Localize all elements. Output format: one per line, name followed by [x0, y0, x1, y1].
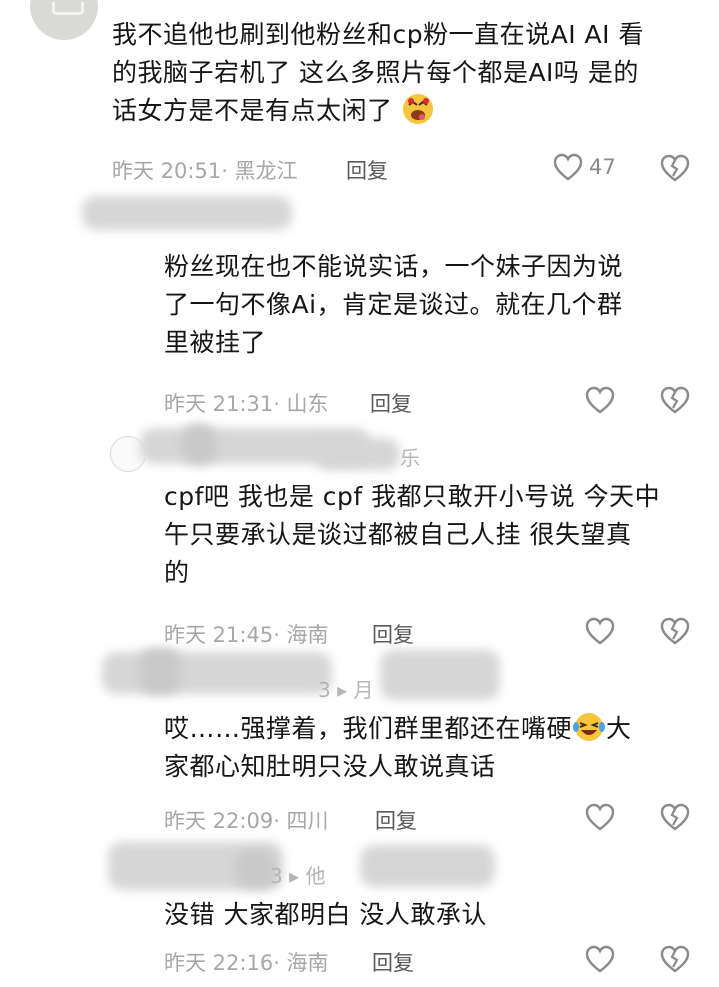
comment-meta: 昨天 22:09· 四川 [164, 809, 329, 833]
comment-line: 里被挂了 [164, 328, 267, 357]
blurred-username [140, 648, 180, 694]
like-count: 47 [589, 155, 616, 179]
comment-text: 我不追他也刷到他粉丝和cp粉一直在说AI AI 看 的我脑子宕机了 这么多照片每… [112, 16, 644, 130]
comment-meta: 昨天 21:31· 山东 [164, 392, 329, 416]
comment-line: cpf吧 我也是 cpf 我都只敢开小号说 今天中 [164, 482, 661, 511]
broken-heart-icon[interactable] [660, 617, 690, 645]
blurred-username [235, 850, 275, 888]
broken-heart-icon[interactable] [660, 803, 690, 831]
comment-text: 没错 大家都明白 没人敢承认 [164, 896, 487, 934]
comment-text: cpf吧 我也是 cpf 我都只敢开小号说 今天中 午只要承认是谈过都被自己人挂… [164, 478, 660, 592]
comment-line: 的 [164, 558, 190, 587]
reply-target: 乐 [400, 446, 420, 470]
like-button[interactable]: 47 [553, 153, 616, 181]
blurred-username [380, 650, 500, 700]
reply-button[interactable]: 回复 [372, 619, 414, 649]
blurred-username [102, 652, 332, 694]
heart-outline-icon[interactable] [585, 945, 615, 973]
drooling-face-emoji [402, 94, 433, 124]
comment-line: 话女方是不是有点太闲了 [112, 92, 644, 130]
heart-outline-icon [553, 153, 583, 181]
comment-text: 粉丝现在也不能说实话，一个妹子因为说 了一句不像Ai，肯定是谈过。就在几个群 里… [164, 248, 623, 362]
comment-line: 了一句不像Ai，肯定是谈过。就在几个群 [164, 290, 623, 319]
reply-target: 3 ▸ 他 [270, 864, 326, 888]
comment-line: 粉丝现在也不能说实话，一个妹子因为说 [164, 252, 624, 281]
comment-meta: 昨天 20:51· 黑龙江 [112, 159, 298, 183]
broken-heart-icon[interactable] [660, 945, 690, 973]
comment-line: 我不追他也刷到他粉丝和cp粉一直在说AI AI 看 [112, 20, 644, 49]
heart-outline-icon[interactable] [585, 803, 615, 831]
heart-outline-icon[interactable] [585, 386, 615, 414]
blurred-username [82, 196, 292, 230]
comment-line: 哎……强撑着，我们群里都还在嘴硬 大 [164, 710, 632, 748]
comment-line: 没错 大家都明白 没人敢承认 [164, 900, 487, 929]
comment-text: 哎……强撑着，我们群里都还在嘴硬 大 家都心知肚明只没人敢说真话 [164, 710, 632, 786]
broken-heart-icon[interactable] [660, 386, 690, 414]
avatar[interactable] [30, 0, 98, 40]
blurred-username [360, 845, 495, 887]
reply-button[interactable]: 回复 [375, 805, 417, 835]
reply-button[interactable]: 回复 [346, 155, 388, 185]
blurred-username [182, 424, 216, 464]
comment-line: 家都心知肚明只没人敢说真话 [164, 752, 496, 781]
comment-meta: 昨天 22:16· 海南 [164, 951, 329, 975]
blurred-username [315, 438, 400, 470]
reply-button[interactable]: 回复 [372, 947, 414, 977]
comment-line: 的我脑子宕机了 这么多照片每个都是AI吗 是的 [112, 58, 639, 87]
comment-line: 午只要承认是谈过都被自己人挂 很失望真 [164, 520, 632, 549]
broken-heart-icon[interactable] [660, 154, 690, 182]
laughing-tears-emoji [573, 713, 606, 741]
heart-outline-icon[interactable] [585, 617, 615, 645]
reply-button[interactable]: 回复 [370, 388, 412, 418]
comment-meta: 昨天 21:45· 海南 [164, 623, 329, 647]
reply-target: 3 ▸ 月 [318, 678, 374, 702]
